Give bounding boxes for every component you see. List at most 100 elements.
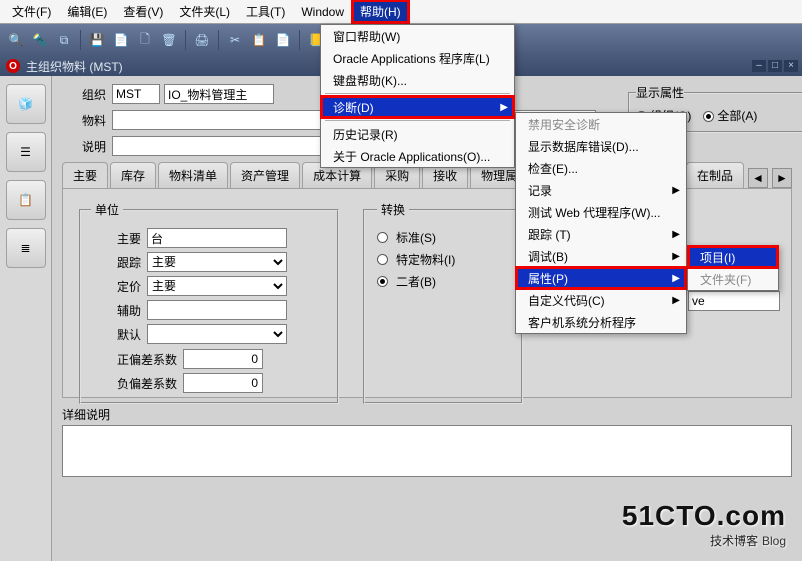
radio-std[interactable]: 标准(S): [377, 226, 509, 248]
mi-test-web[interactable]: 测试 Web 代理程序(W)...: [516, 201, 686, 223]
menu-window[interactable]: Window: [293, 2, 352, 22]
arrow-right-icon: ▶: [500, 102, 508, 113]
flashlight-icon[interactable]: 🔦: [30, 30, 50, 50]
separator: [218, 30, 219, 50]
mi-folder[interactable]: 文件夹(F): [688, 268, 778, 290]
detail-textarea[interactable]: [62, 425, 792, 477]
mi-examine[interactable]: 检查(E)...: [516, 157, 686, 179]
radio-all[interactable]: 全部(A): [703, 107, 757, 124]
menu-divider: [325, 120, 510, 121]
conv-fieldset: 转换 标准(S) 特定物料(I) 二者(B): [363, 201, 523, 404]
desc-label: 说明: [62, 138, 106, 155]
mi-disable-sec[interactable]: 禁用安全诊断: [516, 113, 686, 135]
print-icon[interactable]: 🖨: [192, 30, 212, 50]
mi-kbd-help[interactable]: 键盘帮助(K)...: [321, 69, 514, 91]
default-label: 默认: [91, 326, 141, 343]
watermark-site: 51CTO.com: [622, 500, 786, 532]
rail-btn-items[interactable]: ≣: [6, 228, 46, 268]
mi-client-sys[interactable]: 客户机系统分析程序: [516, 311, 686, 333]
detail-label: 详细说明: [62, 406, 792, 423]
mi-diagnose[interactable]: 诊断(D)▶: [321, 96, 514, 118]
tab-scroll-right[interactable]: ►: [772, 168, 792, 188]
menu-divider: [325, 93, 510, 94]
menubar: 文件(F) 编辑(E) 查看(V) 文件夹(L) 工具(T) Window 帮助…: [0, 0, 802, 24]
mi-debug[interactable]: 调试(B)▶: [516, 245, 686, 267]
save-icon[interactable]: 💾: [87, 30, 107, 50]
menu-file[interactable]: 文件(F): [4, 0, 59, 23]
cut-icon[interactable]: ✂: [225, 30, 245, 50]
copy-icon[interactable]: 📋: [249, 30, 269, 50]
new-icon[interactable]: 📄: [111, 30, 131, 50]
primary-label: 主要: [91, 230, 141, 247]
cube-icon: 🧊: [18, 97, 33, 111]
arrow-right-icon: ▶: [672, 295, 680, 306]
menu-tools[interactable]: 工具(T): [238, 0, 293, 23]
radio-both[interactable]: 二者(B): [377, 270, 509, 292]
menu-folder[interactable]: 文件夹(L): [171, 0, 238, 23]
delete-icon[interactable]: 🗑: [159, 30, 179, 50]
menu-help[interactable]: 帮助(H): [352, 0, 409, 23]
arrow-right-icon: ▶: [672, 229, 680, 240]
find-icon[interactable]: 🔍: [6, 30, 26, 50]
oracle-icon: O: [6, 59, 20, 73]
arrow-right-icon: ▶: [672, 251, 680, 262]
price-select[interactable]: 主要: [147, 276, 287, 296]
separator: [185, 30, 186, 50]
paste-icon[interactable]: 📄: [273, 30, 293, 50]
track-select[interactable]: 主要: [147, 252, 287, 272]
tab-inventory[interactable]: 库存: [110, 162, 156, 188]
aux-input[interactable]: [147, 300, 287, 320]
mi-oracle-lib[interactable]: Oracle Applications 程序库(L): [321, 47, 514, 69]
track-label: 跟踪: [91, 254, 141, 271]
win-min-icon[interactable]: –: [752, 60, 766, 72]
rail-btn-doc[interactable]: 📋: [6, 180, 46, 220]
radio-spec[interactable]: 特定物料(I): [377, 248, 509, 270]
clear-icon[interactable]: 🗋: [135, 30, 155, 50]
left-rail: 🧊 ☰ 📋 ≣: [0, 76, 52, 561]
tab-wip[interactable]: 在制品: [686, 162, 744, 188]
mi-log[interactable]: 记录▶: [516, 179, 686, 201]
aux-label: 辅助: [91, 302, 141, 319]
mi-custom[interactable]: 自定义代码(C)▶: [516, 289, 686, 311]
menu-view[interactable]: 查看(V): [115, 0, 171, 23]
mi-about[interactable]: 关于 Oracle Applications(O)...: [321, 145, 514, 167]
pos-coef-label: 正偏差系数: [91, 351, 177, 368]
primary-input[interactable]: [147, 228, 287, 248]
rail-btn-list[interactable]: ☰: [6, 132, 46, 172]
mi-db-err[interactable]: 显示数据库错误(D)...: [516, 135, 686, 157]
mi-history[interactable]: 历史记录(R): [321, 123, 514, 145]
org-name-input[interactable]: [164, 84, 274, 104]
separator: [299, 30, 300, 50]
arrow-right-icon: ▶: [672, 185, 680, 196]
mi-properties[interactable]: 属性(P)▶: [516, 267, 686, 289]
rail-btn-cube[interactable]: 🧊: [6, 84, 46, 124]
win-max-icon[interactable]: □: [768, 60, 782, 72]
arrow-right-icon: ▶: [672, 273, 680, 284]
doc-icon: 📋: [18, 193, 33, 207]
org-code-input[interactable]: [112, 84, 160, 104]
unit-legend: 单位: [91, 201, 123, 218]
tab-bom[interactable]: 物料清单: [158, 162, 228, 188]
display-attr-legend: 显示属性: [636, 84, 684, 101]
separator: [80, 30, 81, 50]
menu-edit[interactable]: 编辑(E): [59, 0, 115, 23]
properties-submenu: 项目(I) 文件夹(F): [687, 245, 779, 291]
nav-icon[interactable]: ⧉: [54, 30, 74, 50]
price-label: 定价: [91, 278, 141, 295]
conv-legend: 转换: [377, 201, 409, 218]
tab-scroll-left[interactable]: ◄: [748, 168, 768, 188]
neg-coef-input[interactable]: [183, 373, 263, 393]
win-close-icon[interactable]: ×: [784, 60, 798, 72]
pos-coef-input[interactable]: [183, 349, 263, 369]
tab-main[interactable]: 主要: [62, 162, 108, 188]
neg-coef-label: 负偏差系数: [91, 375, 177, 392]
mi-win-help[interactable]: 窗口帮助(W): [321, 25, 514, 47]
tab-asset[interactable]: 资产管理: [230, 162, 300, 188]
items-icon: ≣: [20, 241, 30, 255]
list-icon: ☰: [20, 145, 31, 159]
mi-trace[interactable]: 跟踪 (T)▶: [516, 223, 686, 245]
default-select[interactable]: [147, 324, 287, 344]
unit-fieldset: 单位 主要 跟踪主要 定价主要 辅助 默认 正偏差系数 负偏差系数: [79, 201, 339, 404]
trailing-input[interactable]: [688, 291, 780, 311]
mi-item[interactable]: 项目(I): [688, 246, 778, 268]
